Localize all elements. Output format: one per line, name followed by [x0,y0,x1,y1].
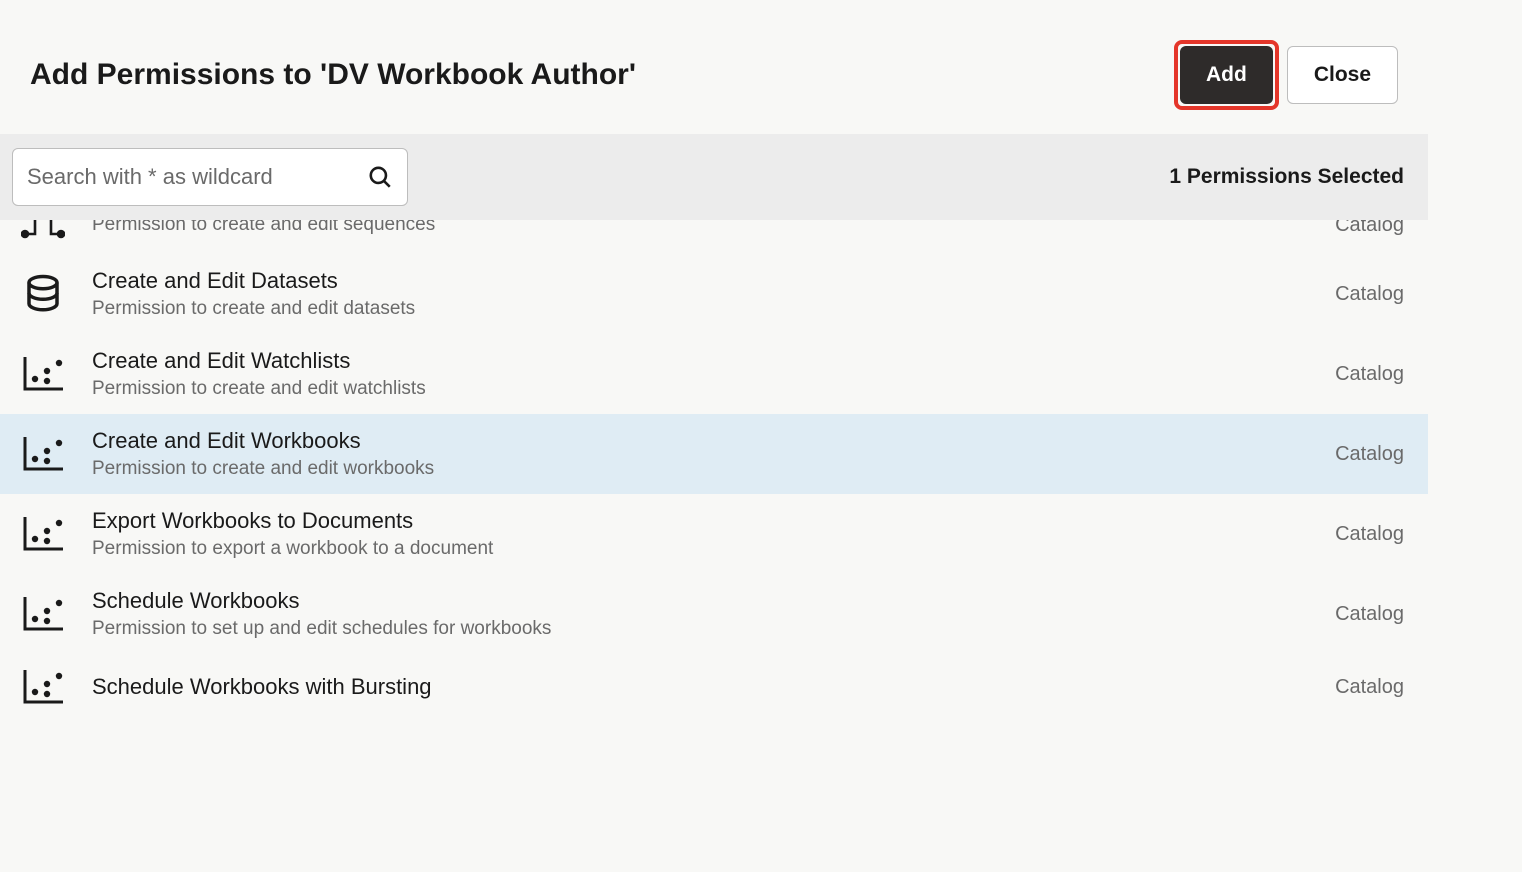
search-icon [367,164,393,190]
permissions-list[interactable]: Permission to create and edit sequences C… [0,220,1428,744]
permission-description: Permission to set up and edit schedules … [92,618,1309,640]
permission-title: Schedule Workbooks with Bursting [92,674,1309,700]
permission-title: Create and Edit Workbooks [92,428,1309,454]
permission-description: Permission to export a workbook to a doc… [92,538,1309,560]
add-button[interactable]: Add [1180,46,1273,104]
dialog-header: Add Permissions to 'DV Workbook Author' … [0,0,1428,134]
permission-text: Schedule Workbooks with Bursting [92,674,1309,700]
permission-text: Create and Edit Watchlists Permission to … [92,348,1309,400]
permission-row[interactable]: Schedule Workbooks Permission to set up a… [0,574,1428,654]
dialog-title: Add Permissions to 'DV Workbook Author' [30,58,636,92]
permission-row[interactable]: Export Workbooks to Documents Permission … [0,494,1428,574]
permission-description: Permission to create and edit datasets [92,298,1309,320]
search-input[interactable] [27,164,357,190]
search-bar: 1 Permissions Selected [0,134,1428,220]
permission-description: Permission to create and edit watchlists [92,378,1309,400]
chart-icon [20,595,66,633]
permission-text: Schedule Workbooks Permission to set up a… [92,588,1309,640]
permission-title: Schedule Workbooks [92,588,1309,614]
chart-icon [20,435,66,473]
permission-category: Catalog [1335,220,1404,237]
permission-category: Catalog [1335,443,1404,466]
permission-row[interactable]: Create and Edit Watchlists Permission to … [0,334,1428,414]
permission-row[interactable]: Create and Edit Datasets Permission to cr… [0,254,1428,334]
permission-category: Catalog [1335,603,1404,626]
permissions-dialog: Add Permissions to 'DV Workbook Author' … [0,0,1428,744]
permission-text: Create and Edit Workbooks Permission to c… [92,428,1309,480]
database-icon [20,273,66,315]
permission-category: Catalog [1335,523,1404,546]
permission-description: Permission to create and edit sequences [92,220,1309,236]
dialog-actions: Add Close [1174,40,1398,110]
permission-text: Export Workbooks to Documents Permission … [92,508,1309,560]
permission-category: Catalog [1335,676,1404,699]
permission-text: Create and Edit Datasets Permission to cr… [92,268,1309,320]
permission-description: Permission to create and edit workbooks [92,458,1309,480]
permission-title: Export Workbooks to Documents [92,508,1309,534]
chart-icon [20,515,66,553]
permission-row[interactable]: Create and Edit Workbooks Permission to c… [0,414,1428,494]
permission-text: Permission to create and edit sequences [92,220,1309,236]
selected-count: 1 Permissions Selected [1169,165,1404,189]
permission-title: Create and Edit Watchlists [92,348,1309,374]
close-button[interactable]: Close [1287,46,1398,104]
permission-row[interactable]: Permission to create and edit sequences C… [0,220,1428,254]
search-box[interactable] [12,148,408,206]
permission-category: Catalog [1335,283,1404,306]
permission-title: Create and Edit Datasets [92,268,1309,294]
permission-row[interactable]: Schedule Workbooks with Bursting Catalog [0,654,1428,720]
chart-icon [20,355,66,393]
permission-category: Catalog [1335,363,1404,386]
chart-icon [20,668,66,706]
sequence-icon [20,220,66,240]
add-button-highlight: Add [1174,40,1279,110]
